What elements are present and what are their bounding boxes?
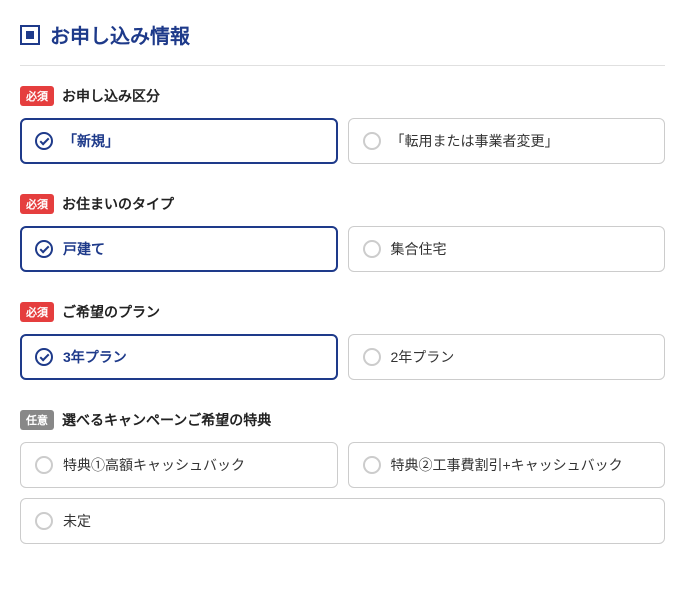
section-title: お申し込み情報 (50, 20, 190, 49)
option-apartment[interactable]: 集合住宅 (348, 226, 666, 272)
form-icon (20, 25, 40, 45)
option-label: 集合住宅 (391, 239, 447, 259)
field-residence-type: 必須 お住まいのタイプ 戸建て 集合住宅 (20, 194, 665, 272)
options-row: 戸建て 集合住宅 (20, 226, 665, 272)
field-plan: 必須 ご希望のプラン 3年プラン 2年プラン (20, 302, 665, 380)
field-campaign: 任意 選べるキャンペーンご希望の特典 特典①高額キャッシュバック 特典②工事費割… (20, 410, 665, 544)
option-transfer[interactable]: 「転用または事業者変更」 (348, 118, 666, 164)
option-three-year[interactable]: 3年プラン (20, 334, 338, 380)
option-two-year[interactable]: 2年プラン (348, 334, 666, 380)
radio-icon (35, 512, 53, 530)
optional-badge: 任意 (20, 410, 54, 430)
field-application-type: 必須 お申し込み区分 「新規」 「転用または事業者変更」 (20, 86, 665, 164)
option-cashback[interactable]: 特典①高額キャッシュバック (20, 442, 338, 488)
option-label: 未定 (63, 511, 91, 531)
field-label-text: ご希望のプラン (62, 302, 160, 322)
option-new[interactable]: 「新規」 (20, 118, 338, 164)
field-label-text: お申し込み区分 (62, 86, 160, 106)
radio-icon (363, 132, 381, 150)
radio-icon (363, 456, 381, 474)
required-badge: 必須 (20, 86, 54, 106)
required-badge: 必須 (20, 302, 54, 322)
section-header: お申し込み情報 (20, 20, 665, 66)
option-label: 特典①高額キャッシュバック (63, 455, 245, 475)
field-label-row: 必須 お申し込み区分 (20, 86, 665, 106)
field-label-row: 必須 お住まいのタイプ (20, 194, 665, 214)
option-label: 2年プラン (391, 347, 455, 367)
options-row: 3年プラン 2年プラン (20, 334, 665, 380)
radio-icon (35, 240, 53, 258)
option-house[interactable]: 戸建て (20, 226, 338, 272)
option-undecided[interactable]: 未定 (20, 498, 665, 544)
options-row: 「新規」 「転用または事業者変更」 (20, 118, 665, 164)
field-label-row: 任意 選べるキャンペーンご希望の特典 (20, 410, 665, 430)
radio-icon (363, 348, 381, 366)
field-label-row: 必須 ご希望のプラン (20, 302, 665, 322)
option-label: 3年プラン (63, 347, 127, 367)
options-row: 特典①高額キャッシュバック 特典②工事費割引+キャッシュバック 未定 (20, 442, 665, 544)
required-badge: 必須 (20, 194, 54, 214)
option-discount[interactable]: 特典②工事費割引+キャッシュバック (348, 442, 666, 488)
field-label-text: 選べるキャンペーンご希望の特典 (62, 410, 271, 430)
option-label: 戸建て (63, 239, 105, 259)
radio-icon (35, 456, 53, 474)
option-label: 「新規」 (63, 131, 119, 151)
radio-icon (363, 240, 381, 258)
option-label: 「転用または事業者変更」 (391, 131, 559, 151)
radio-icon (35, 348, 53, 366)
option-label: 特典②工事費割引+キャッシュバック (391, 455, 623, 475)
radio-icon (35, 132, 53, 150)
field-label-text: お住まいのタイプ (62, 194, 174, 214)
